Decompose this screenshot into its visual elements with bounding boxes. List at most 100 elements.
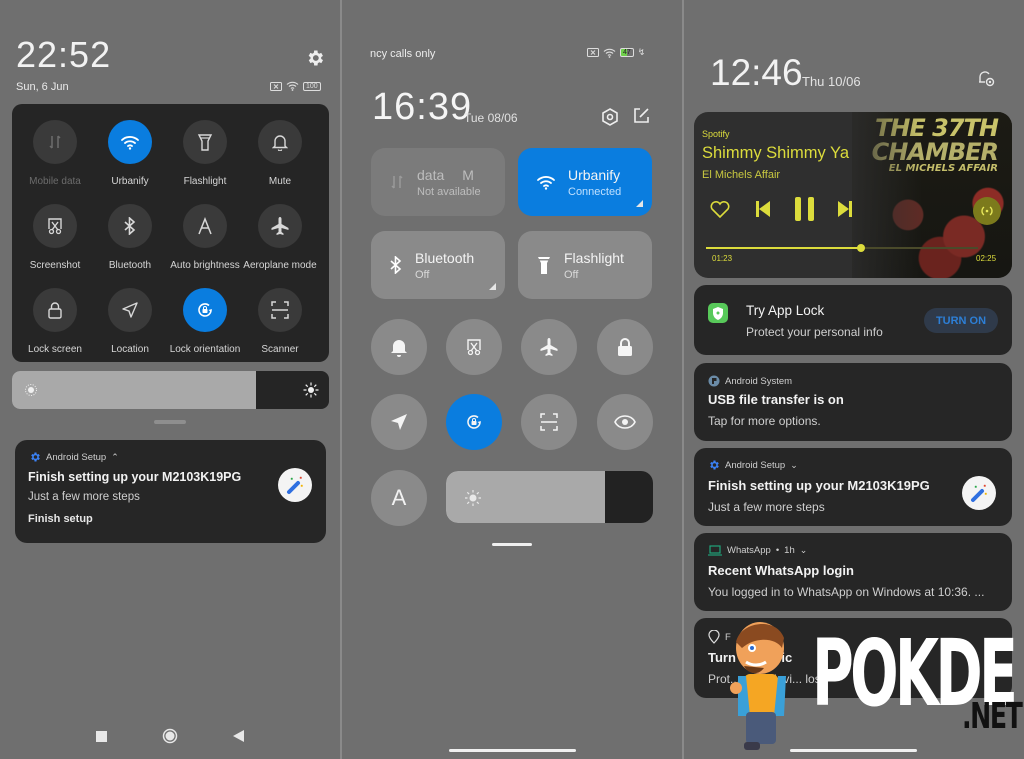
battery-charging-icon: 47 (620, 48, 634, 57)
pause-icon[interactable] (795, 197, 814, 221)
next-track-icon[interactable] (838, 201, 852, 217)
quick-tile-label: Mobile data (29, 176, 81, 187)
big-tile-subtitle: Connected (568, 185, 622, 198)
quick-tile-flashlight[interactable]: Flashlight (165, 120, 245, 187)
brightness-slider[interactable] (446, 471, 653, 523)
quick-tile-button[interactable] (108, 204, 152, 248)
expand-corner-icon[interactable] (636, 200, 643, 207)
expand-corner-icon[interactable] (489, 283, 496, 290)
scanner-icon (540, 413, 558, 431)
notification-android-setup[interactable]: Android Setup ⌄ Finish setting up your M… (694, 448, 1012, 526)
quick-tile-button[interactable] (183, 120, 227, 164)
auto-brightness-button[interactable]: A (371, 470, 427, 526)
quick-tile-button[interactable] (183, 204, 227, 248)
quick-tile-lock-screen[interactable]: Lock screen (15, 288, 95, 355)
quick-tile-button[interactable] (258, 204, 302, 248)
big-tile-subtitle: Off (564, 268, 579, 281)
back-button[interactable] (233, 730, 244, 742)
quick-tile-button[interactable] (33, 288, 77, 332)
big-tile-subtitle: Off (415, 268, 430, 281)
drag-handle[interactable] (154, 420, 186, 424)
quick-tile-button[interactable] (33, 120, 77, 164)
quick-tile-button[interactable] (258, 120, 302, 164)
flashlight-icon (536, 255, 552, 275)
recents-button[interactable] (96, 730, 107, 742)
big-tile-urbanify[interactable]: Urbanify Connected (518, 148, 652, 216)
quick-tile-scanner[interactable]: Scanner (240, 288, 320, 355)
big-tile-data[interactable]: data M Not available (371, 148, 505, 216)
quick-tile-button[interactable] (258, 288, 302, 332)
round-tile-eye[interactable] (597, 394, 653, 450)
previous-track-icon[interactable] (756, 201, 770, 217)
notification-time: 1h (784, 545, 795, 556)
quick-tile-label: Aeroplane mode (243, 260, 317, 271)
round-tile-lock[interactable] (597, 319, 653, 375)
chevron-down-icon[interactable]: ⌄ (790, 460, 798, 471)
quick-tile-button[interactable] (183, 288, 227, 332)
status-bar-icons: 47 ↯ (587, 47, 645, 58)
quick-tile-bluetooth[interactable]: Bluetooth (90, 204, 170, 271)
total-time: 02:25 (976, 254, 997, 263)
quick-tile-screenshot[interactable]: Screenshot (15, 204, 95, 271)
chevron-down-icon[interactable]: ⌄ (800, 545, 808, 556)
big-tile-bluetooth[interactable]: Bluetooth Off (371, 231, 505, 299)
notification-usb-transfer[interactable]: Android System USB file transfer is on T… (694, 363, 1012, 441)
quick-tile-auto-brightness[interactable]: Auto brightness (165, 204, 245, 271)
like-heart-icon[interactable] (710, 200, 730, 218)
gear-icon (708, 459, 720, 471)
big-tile-title-suffix: M (462, 166, 474, 183)
drag-handle[interactable] (492, 543, 532, 546)
quick-tile-label: Scanner (261, 344, 299, 355)
notification-android-setup[interactable]: Android Setup ⌃ Finish setting up your M… (15, 440, 326, 543)
quick-tile-aeroplane-mode[interactable]: Aeroplane mode (240, 204, 320, 271)
brightness-slider[interactable] (12, 371, 329, 409)
turn-on-button[interactable]: TURN ON (924, 308, 998, 333)
home-button[interactable] (162, 728, 178, 744)
notification-title: Try App Lock (746, 303, 825, 318)
brightness-icon (464, 489, 482, 507)
round-tile-airplane[interactable] (521, 319, 577, 375)
cast-device-button[interactable] (973, 197, 1001, 225)
quick-tile-mobile-data[interactable]: Mobile data (15, 120, 95, 187)
round-tile-location[interactable] (371, 394, 427, 450)
round-tile-rotation-lock[interactable] (446, 394, 502, 450)
panel-miui12-control-center: 22:52 Sun, 6 Jun 100 Mobile data Urbanify… (0, 0, 340, 759)
bell-icon (272, 133, 288, 151)
media-player-card[interactable]: THE 37TH CHAMBER EL MICHELS AFFAIR (694, 112, 1012, 278)
round-tile-scanner[interactable] (521, 394, 577, 450)
quick-tile-label: Flashlight (183, 176, 227, 187)
quick-tile-urbanify[interactable]: Urbanify (90, 120, 170, 187)
media-progress-bar[interactable] (706, 244, 978, 252)
quick-tile-mute[interactable]: Mute (240, 120, 320, 187)
date: Sun, 6 Jun (16, 81, 69, 93)
quick-tile-button[interactable] (108, 288, 152, 332)
big-tile-flashlight[interactable]: Flashlight Off (518, 231, 652, 299)
bluetooth-icon (389, 256, 403, 274)
settings-gear-icon[interactable] (305, 48, 325, 68)
lock-icon (47, 301, 63, 319)
charging-bolt-icon: ↯ (637, 47, 646, 57)
round-tile-bell[interactable] (371, 319, 427, 375)
finish-setup-button[interactable]: Finish setup (28, 513, 93, 525)
settings-hexagon-icon[interactable] (600, 107, 620, 127)
media-app-name: Spotify (702, 129, 730, 139)
mobile-data-icon (47, 134, 63, 150)
home-indicator[interactable] (449, 749, 576, 752)
quick-tile-lock-orientation[interactable]: Lock orientation (165, 288, 245, 355)
notification-title: USB file transfer is on (708, 392, 844, 407)
progress-knob[interactable] (857, 244, 866, 252)
scanner-icon (271, 301, 289, 319)
home-indicator[interactable] (790, 749, 917, 752)
date: Tue 08/06 (464, 111, 518, 125)
notification-whatsapp[interactable]: WhatsApp • 1h ⌄ Recent WhatsApp login Yo… (694, 533, 1012, 611)
edit-icon[interactable] (632, 107, 650, 125)
bell-icon (390, 337, 408, 357)
chevron-up-icon[interactable]: ⌃ (111, 452, 119, 463)
round-tile-screenshot[interactable] (446, 319, 502, 375)
quick-tile-button[interactable] (108, 120, 152, 164)
quick-tile-button[interactable] (33, 204, 77, 248)
notification-settings-icon[interactable] (976, 68, 996, 88)
quick-tile-location[interactable]: Location (90, 288, 170, 355)
navigation-bar (0, 728, 340, 744)
wifi-icon (286, 81, 299, 91)
